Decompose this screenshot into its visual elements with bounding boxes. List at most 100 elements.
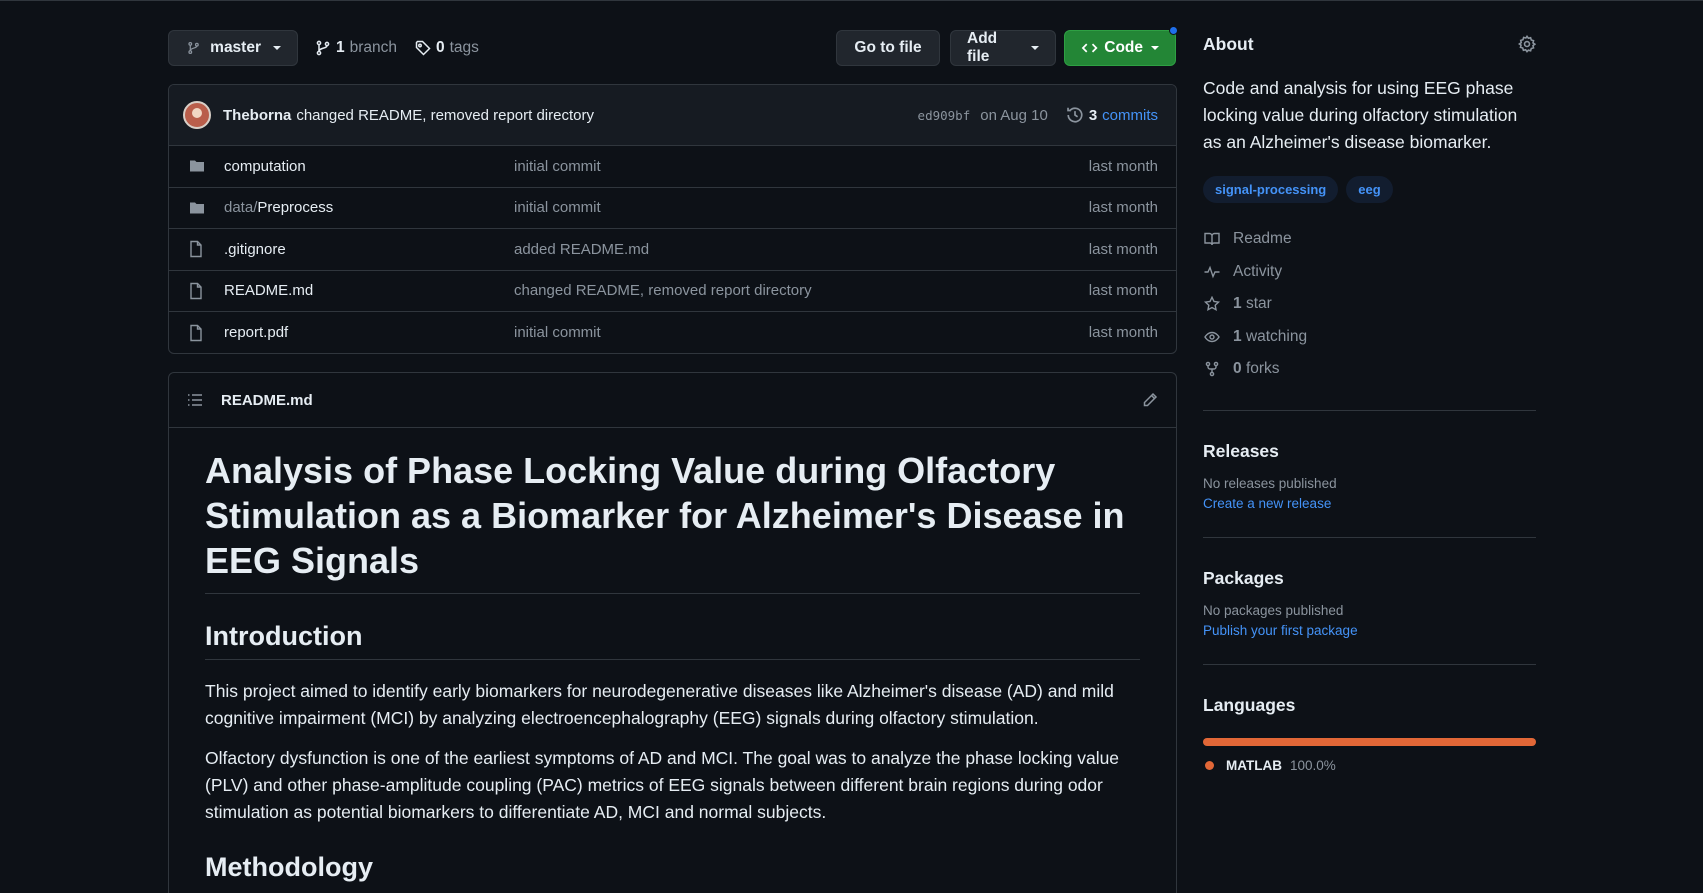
file-name: Preprocess — [257, 199, 334, 217]
file-commit-message-link[interactable]: changed README, removed report directory — [514, 282, 1089, 299]
readme-link[interactable]: Readme — [1203, 223, 1536, 256]
git-branch-icon — [188, 41, 199, 55]
file-list: computation initial commit last month data/… — [169, 146, 1176, 353]
chevron-down-icon — [273, 46, 281, 50]
commit-message-link[interactable]: changed README, removed report directory — [296, 107, 594, 124]
file-name-link[interactable]: data/Preprocess — [224, 199, 514, 216]
file-icon — [188, 240, 208, 258]
watchers-link[interactable]: 1 watching — [1203, 321, 1536, 354]
file-commit-message-link[interactable]: added README.md — [514, 241, 1089, 258]
code-icon — [1081, 43, 1098, 53]
file-commit-message-link[interactable]: initial commit — [514, 324, 1089, 341]
forks-count: 0 — [1233, 360, 1242, 378]
topic-tag[interactable]: eeg — [1346, 176, 1393, 203]
file-name: report.pdf — [224, 324, 289, 342]
readme-paragraph: Olfactory dysfunction is one of the earl… — [205, 748, 1120, 822]
topics-list: signal-processing eeg — [1203, 176, 1536, 203]
commit-count: 3 — [1088, 106, 1098, 124]
about-heading: About — [1203, 33, 1254, 54]
language-color-dot — [1205, 760, 1214, 770]
readme-header: README.md — [169, 373, 1176, 428]
file-icon — [188, 282, 208, 300]
branch-word: branch — [349, 39, 398, 56]
publish-package-link[interactable]: Publish your first package — [1203, 623, 1536, 638]
git-branch-icon — [316, 40, 330, 56]
stars-link[interactable]: 1 star — [1203, 288, 1536, 321]
language-item[interactable]: MATLAB 100.0% — [1203, 758, 1536, 773]
folder-icon — [188, 200, 208, 216]
language-bar — [1203, 737, 1536, 746]
star-icon — [1203, 296, 1221, 312]
gear-icon[interactable] — [1518, 35, 1536, 53]
tag-count: 0 — [436, 39, 445, 56]
go-to-file-button[interactable]: Go to file — [836, 30, 940, 66]
file-name-link[interactable]: computation — [224, 158, 514, 175]
branch-count: 1 — [336, 39, 345, 56]
commit-word: commits — [1102, 106, 1158, 124]
languages-heading: Languages — [1203, 694, 1296, 715]
branch-selector-button[interactable]: master — [168, 30, 298, 66]
branches-link[interactable]: 1 branch — [315, 30, 397, 66]
languages-section: Languages MATLAB 100.0% — [1203, 663, 1536, 773]
file-row[interactable]: README.md changed README, removed report … — [169, 271, 1176, 312]
file-commit-message-link[interactable]: initial commit — [514, 158, 1089, 175]
commit-meta: ed909bf on Aug 10 3 commits — [918, 106, 1158, 124]
pencil-icon[interactable] — [1142, 392, 1158, 408]
activity-link-label: Activity — [1233, 262, 1283, 280]
commits-history-link[interactable]: 3 commits — [1066, 106, 1158, 124]
language-percent: 100.0% — [1289, 757, 1336, 773]
chevron-down-icon — [1151, 46, 1159, 50]
releases-section: Releases No releases published Create a … — [1203, 409, 1536, 511]
list-icon[interactable] — [187, 392, 203, 408]
eye-icon — [1204, 331, 1220, 342]
topic-tag[interactable]: signal-processing — [1203, 176, 1339, 203]
about-description: Code and analysis for using EEG phase lo… — [1203, 78, 1518, 152]
file-commit-message-link[interactable]: initial commit — [514, 199, 1089, 216]
file-row[interactable]: data/Preprocess initial commit last month — [169, 188, 1176, 229]
fork-icon — [1205, 361, 1219, 377]
notification-dot — [1169, 26, 1178, 35]
commit-sha-link[interactable]: ed909bf — [918, 108, 971, 123]
releases-heading[interactable]: Releases — [1203, 441, 1536, 462]
methodology-heading: Methodology — [205, 852, 373, 882]
readme-filename[interactable]: README.md — [221, 392, 313, 409]
book-icon — [1204, 233, 1220, 246]
file-age: last month — [1088, 199, 1158, 217]
tag-word: tags — [449, 39, 479, 56]
commit-author-link[interactable]: Theborna — [223, 107, 291, 124]
chevron-down-icon — [1031, 46, 1039, 50]
packages-empty-text: No packages published — [1203, 602, 1344, 618]
forks-link[interactable]: 0 forks — [1203, 353, 1536, 386]
file-age: last month — [1088, 282, 1158, 300]
file-row[interactable]: computation initial commit last month — [169, 146, 1176, 188]
file-row[interactable]: .gitignore added README.md last month — [169, 229, 1176, 271]
file-name: .gitignore — [224, 240, 286, 258]
add-file-label: Add file — [967, 30, 998, 65]
create-release-link[interactable]: Create a new release — [1203, 496, 1536, 511]
code-button[interactable]: Code — [1064, 30, 1176, 66]
stars-word: star — [1245, 295, 1272, 313]
file-name: README.md — [224, 282, 314, 300]
file-name-link[interactable]: README.md — [224, 282, 514, 299]
packages-heading[interactable]: Packages — [1203, 568, 1536, 589]
repo-sidebar: About Code and analysis for using EEG ph… — [1203, 31, 1536, 773]
file-row[interactable]: report.pdf initial commit last month — [169, 312, 1176, 353]
language-name: MATLAB — [1226, 757, 1282, 773]
packages-section: Packages No packages published Publish y… — [1203, 536, 1536, 638]
avatar[interactable] — [183, 101, 211, 129]
file-table: Theborna changed README, removed report … — [168, 84, 1177, 354]
history-icon — [1066, 107, 1083, 123]
repo-toolbar: master 1 branch 0 tags Go to file Add fi… — [168, 30, 1176, 66]
branch-name: master — [210, 39, 261, 56]
add-file-button[interactable]: Add file — [950, 30, 1056, 66]
go-to-file-label: Go to file — [854, 39, 922, 56]
file-name-link[interactable]: report.pdf — [224, 324, 514, 341]
file-name-link[interactable]: .gitignore — [224, 241, 514, 258]
readme-title: Analysis of Phase Locking Value during O… — [205, 448, 1140, 594]
file-name: computation — [224, 157, 306, 175]
stars-count: 1 — [1233, 295, 1242, 313]
latest-commit-row: Theborna changed README, removed report … — [169, 85, 1176, 146]
tags-link[interactable]: 0 tags — [415, 30, 479, 66]
activity-link[interactable]: Activity — [1203, 256, 1536, 289]
file-age: last month — [1088, 240, 1158, 258]
